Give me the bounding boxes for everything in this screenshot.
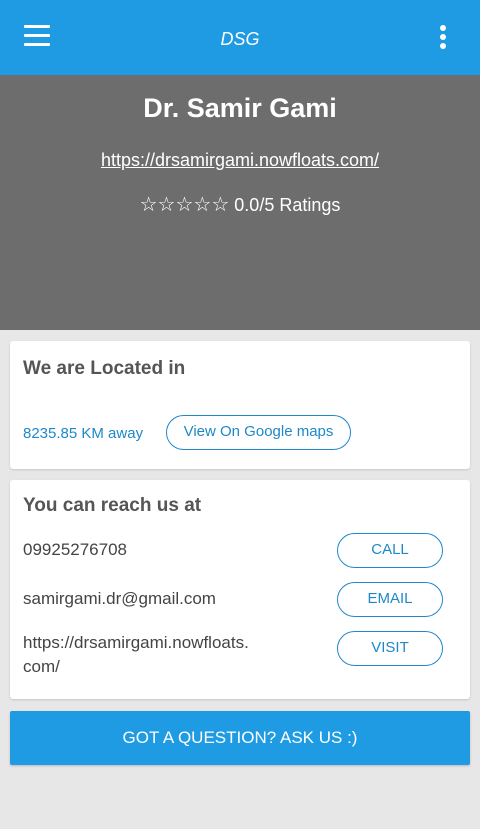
app-bar: DSG: [0, 0, 480, 75]
phone-number: 09925276708: [23, 540, 128, 559]
distance-text: 8235.85 KM away: [23, 425, 144, 442]
location-title: We are Located in: [23, 358, 186, 379]
business-name: Dr. Samir Gami: [143, 93, 337, 123]
view-google-maps-button[interactable]: View On Google maps: [166, 415, 351, 450]
call-button[interactable]: CALL: [337, 533, 443, 568]
profile-header: Dr. Samir Gami https://drsamirgami.nowfl…: [0, 75, 480, 330]
ask-question-button[interactable]: GOT A QUESTION? ASK US :): [10, 711, 470, 765]
contact-card: You can reach us at 09925276708 CALL sam…: [10, 480, 470, 699]
website-url: https://drsamirgami.nowfloats. com/: [23, 631, 249, 679]
app-title: DSG: [220, 29, 260, 49]
email-button[interactable]: EMAIL: [337, 582, 443, 617]
rating-text: 0.0/5 Ratings: [234, 195, 341, 215]
website-link[interactable]: https://drsamirgami.nowfloats.com/: [0, 150, 480, 171]
more-vertical-icon[interactable]: [438, 25, 448, 51]
star-rating-icon: ☆☆☆☆☆: [139, 192, 230, 216]
rating-row: ☆☆☆☆☆ 0.0/5 Ratings: [0, 192, 480, 216]
location-card: We are Located in 8235.85 KM away View O…: [10, 341, 470, 469]
website-url-line2: com/: [23, 657, 60, 676]
contact-title: You can reach us at: [23, 495, 202, 516]
email-address: samirgami.dr@gmail.com: [23, 589, 216, 608]
website-url-line1: https://drsamirgami.nowfloats.: [23, 633, 249, 652]
visit-button[interactable]: VISIT: [337, 631, 443, 666]
